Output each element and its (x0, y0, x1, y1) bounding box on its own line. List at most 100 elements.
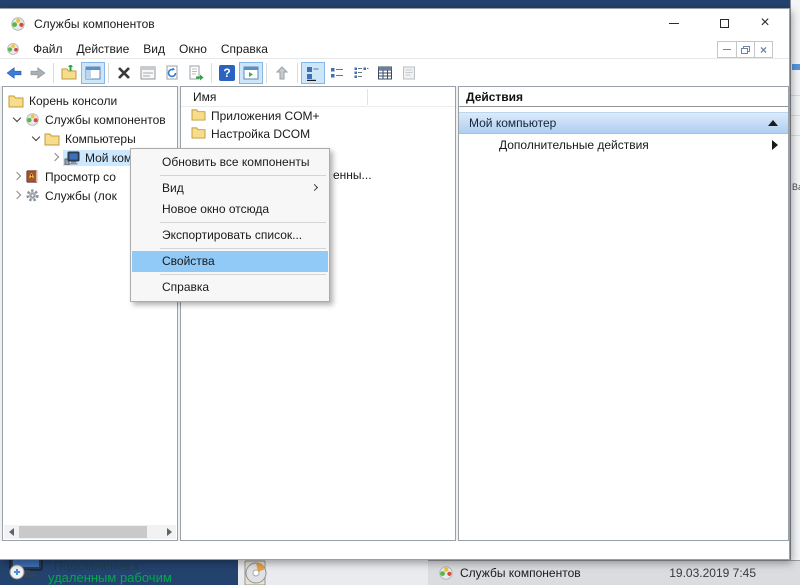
computer-icon (64, 151, 80, 165)
actions-section-my-computer[interactable]: Мой компьютер (459, 112, 788, 134)
menu-item-properties[interactable]: Свойства (132, 251, 328, 272)
export-list-button[interactable] (184, 62, 208, 84)
tree-item-computers[interactable]: Компьютеры (3, 129, 177, 148)
menu-action[interactable]: Действие (70, 40, 137, 58)
collapse-chevron-icon[interactable] (8, 194, 25, 198)
delete-icon (116, 65, 132, 81)
scroll-left-button[interactable] (4, 525, 18, 539)
mdi-window-controls: × (717, 41, 773, 58)
taskbar-app-label: Службы компонентов (460, 566, 581, 580)
large-icons-icon (305, 65, 321, 81)
menu-separator (160, 175, 326, 176)
taskbar: Службы компонентов 19.03.2019 7:45 (428, 560, 800, 585)
menu-view[interactable]: Вид (136, 40, 172, 58)
up-arrow-button[interactable] (270, 62, 294, 84)
taskbar-clock[interactable]: 19.03.2019 7:45 (669, 566, 756, 580)
rdp-desktop-icon[interactable] (4, 560, 50, 585)
console-tree-icon (85, 65, 101, 81)
background-window-edge: Ва (790, 0, 800, 585)
up-one-level-button[interactable] (57, 62, 81, 84)
small-icons-view-button[interactable] (325, 62, 349, 84)
context-menu: Обновить все компоненты Вид Новое окно о… (130, 148, 330, 302)
small-icons-icon (329, 65, 345, 81)
scroll-right-button[interactable] (162, 525, 176, 539)
export-list-icon (188, 65, 204, 81)
submenu-chevron-icon (311, 184, 318, 191)
menu-item-new-window[interactable]: Новое окно отсюда (132, 199, 328, 220)
mdi-restore-button[interactable] (736, 42, 754, 57)
maximize-icon (720, 19, 729, 28)
minimize-button[interactable] (659, 9, 689, 37)
collapse-chevron-icon[interactable] (8, 175, 25, 179)
actions-item-more-actions[interactable]: Дополнительные действия (459, 134, 788, 155)
window-body: Корень консоли Службы компонентов (0, 86, 789, 541)
tree-item-console-root[interactable]: Корень консоли (3, 91, 177, 110)
forward-button[interactable] (26, 62, 50, 84)
customize-view-button[interactable] (397, 62, 421, 84)
mdi-restore-icon (741, 46, 750, 54)
properties-icon (140, 65, 156, 81)
menu-item-help[interactable]: Справка (132, 277, 328, 298)
close-button[interactable]: × (749, 9, 781, 37)
taskbar-app-button[interactable]: Службы компонентов (428, 561, 591, 585)
action-pane-toggle-button[interactable] (239, 62, 263, 84)
menu-help[interactable]: Справка (214, 40, 275, 58)
folder-icon (191, 108, 206, 124)
up-arrow-icon (274, 65, 290, 81)
close-icon: × (760, 15, 769, 31)
column-header-name[interactable]: Имя (181, 90, 216, 104)
collapse-up-icon[interactable] (768, 120, 778, 126)
list-item-dcom-config[interactable]: Настройка DCOM (181, 125, 455, 143)
folder-icon (8, 94, 24, 108)
toolbar: ? (0, 59, 789, 86)
menu-separator (160, 248, 326, 249)
details-view-button[interactable] (373, 62, 397, 84)
mdi-close-button[interactable]: × (754, 42, 772, 57)
tree-horizontal-scrollbar[interactable] (4, 525, 176, 539)
help-button[interactable]: ? (215, 62, 239, 84)
menu-item-export-list[interactable]: Экспортировать список... (132, 225, 328, 246)
clipped-list-item-text[interactable]: енны... (333, 168, 372, 182)
menu-separator (160, 222, 326, 223)
back-button[interactable] (2, 62, 26, 84)
properties-button[interactable] (136, 62, 160, 84)
component-services-window: Службы компонентов × Файл Действие Вид О… (0, 8, 790, 560)
mdi-minimize-button[interactable] (718, 42, 736, 57)
component-services-icon (438, 565, 454, 581)
actions-pane: Действия Мой компьютер Дополнительные де… (458, 86, 789, 541)
tree-item-component-services[interactable]: Службы компонентов (3, 110, 177, 129)
window-title: Службы компонентов (34, 17, 155, 31)
delete-button[interactable] (112, 62, 136, 84)
menu-item-refresh-all[interactable]: Обновить все компоненты (132, 152, 328, 173)
component-services-icon (25, 112, 40, 127)
customize-view-icon (401, 65, 417, 81)
column-header-row: Имя (181, 87, 455, 107)
console-tree-toggle-button[interactable] (81, 62, 105, 84)
rdp-icon-label: удаленным рабочим (48, 570, 172, 585)
clipped-background-text: Ва (792, 182, 800, 192)
scrollbar-thumb[interactable] (19, 526, 147, 538)
list-view-icon (353, 65, 369, 81)
console-app-icon (6, 42, 20, 56)
collapse-chevron-icon[interactable] (46, 156, 63, 160)
details-view-icon (377, 65, 393, 81)
services-gear-icon (25, 188, 40, 203)
menu-file[interactable]: Файл (26, 40, 70, 58)
refresh-button[interactable] (160, 62, 184, 84)
disc-icon[interactable] (243, 560, 271, 585)
menu-item-view[interactable]: Вид (132, 178, 328, 199)
list-item-com-applications[interactable]: Приложения COM+ (181, 107, 455, 125)
submenu-arrow-icon (772, 140, 778, 150)
mdi-close-icon: × (760, 44, 767, 56)
expand-chevron-icon[interactable] (8, 119, 25, 121)
large-icons-view-button[interactable] (301, 62, 325, 84)
minimize-icon (669, 23, 679, 24)
list-view-button[interactable] (349, 62, 373, 84)
expand-chevron-icon[interactable] (27, 138, 44, 140)
help-icon: ? (219, 65, 235, 81)
menu-bar: Файл Действие Вид Окно Справка × (0, 39, 789, 59)
back-icon (6, 65, 22, 81)
title-bar: Службы компонентов × (0, 9, 789, 39)
menu-window[interactable]: Окно (172, 40, 214, 58)
maximize-button[interactable] (709, 9, 739, 37)
